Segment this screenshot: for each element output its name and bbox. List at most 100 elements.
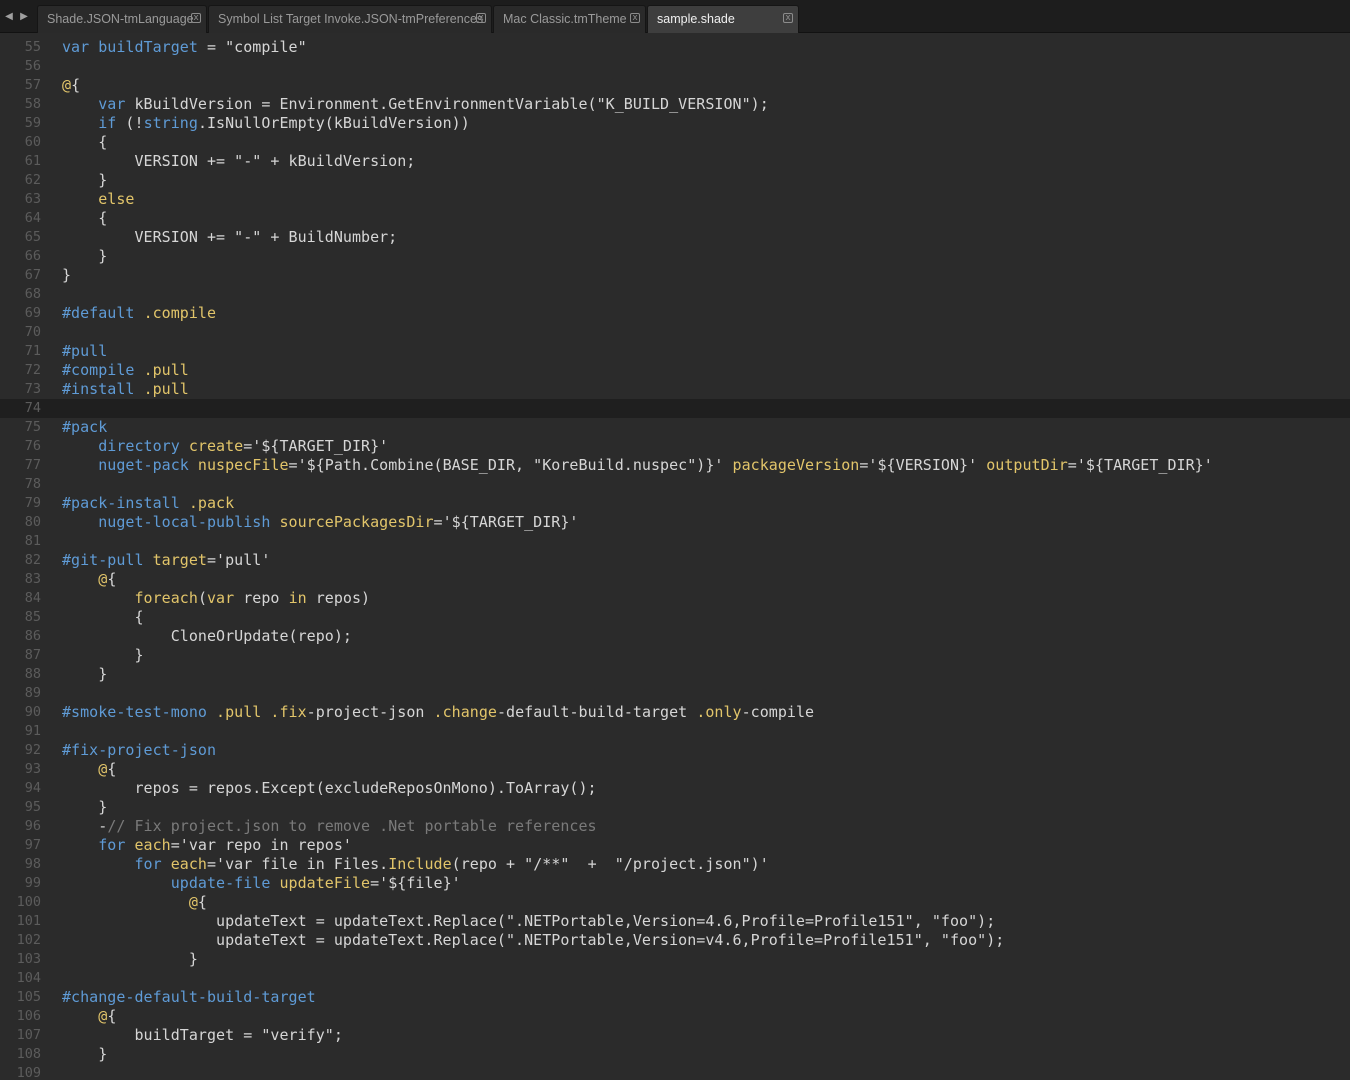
- code-text: -// Fix project.json to remove .Net port…: [62, 817, 597, 836]
- code-text: #default .compile: [62, 304, 216, 323]
- code-line[interactable]: 96 -// Fix project.json to remove .Net p…: [0, 817, 1350, 836]
- code-line[interactable]: 64 {: [0, 209, 1350, 228]
- code-line[interactable]: 104: [0, 969, 1350, 988]
- code-keyword: update-file: [170, 874, 271, 892]
- code-line[interactable]: 60 {: [0, 133, 1350, 152]
- tab-shade-json-tmlanguage[interactable]: Shade.JSON-tmLanguage x: [37, 5, 207, 33]
- code-line[interactable]: 103 }: [0, 950, 1350, 969]
- tab-sample-shade[interactable]: sample.shade x: [647, 5, 799, 33]
- code-line[interactable]: 100 @{: [0, 893, 1350, 912]
- code-line[interactable]: 106 @{: [0, 1007, 1350, 1026]
- code-line[interactable]: 108 }: [0, 1045, 1350, 1064]
- code-line[interactable]: 98 for each='var file in Files.Include(r…: [0, 855, 1350, 874]
- code-line[interactable]: 83 @{: [0, 570, 1350, 589]
- code-line[interactable]: 69 #default .compile: [0, 304, 1350, 323]
- code-comment: // Fix project.json to remove .Net porta…: [107, 817, 597, 835]
- code-keyword: #pack: [62, 418, 108, 436]
- code-line[interactable]: 80 nuget-local-publish sourcePackagesDir…: [0, 513, 1350, 532]
- code-keyword: Include: [388, 855, 452, 873]
- code-line[interactable]: 84 foreach(var repo in repos): [0, 589, 1350, 608]
- tab-mac-classic-tmtheme[interactable]: Mac Classic.tmTheme x: [493, 5, 646, 33]
- code-line[interactable]: 107 buildTarget = "verify";: [0, 1026, 1350, 1045]
- close-icon[interactable]: x: [630, 13, 640, 23]
- code-line[interactable]: 92 #fix-project-json: [0, 741, 1350, 760]
- code-text: CloneOrUpdate(repo);: [62, 627, 352, 646]
- code-line[interactable]: 91: [0, 722, 1350, 741]
- code-line[interactable]: 68: [0, 285, 1350, 304]
- code-text: var buildTarget = "compile": [62, 38, 307, 57]
- code-line[interactable]: 73 #install .pull: [0, 380, 1350, 399]
- code-token: VERSION += "-" + BuildNumber;: [62, 228, 398, 246]
- back-arrow-icon[interactable]: ◀: [3, 10, 15, 24]
- code-line[interactable]: 88 }: [0, 665, 1350, 684]
- code-line[interactable]: 63 else: [0, 190, 1350, 209]
- code-line[interactable]: 97 for each='var repo in repos': [0, 836, 1350, 855]
- code-line[interactable]: 62 }: [0, 171, 1350, 190]
- close-icon[interactable]: x: [783, 13, 793, 23]
- code-token: }: [62, 266, 72, 284]
- code-text: }: [62, 247, 107, 266]
- code-line[interactable]: 85 {: [0, 608, 1350, 627]
- line-number: 67: [24, 267, 41, 283]
- line-number: 101: [16, 913, 41, 929]
- code-line[interactable]: 81: [0, 532, 1350, 551]
- code-line[interactable]: 87 }: [0, 646, 1350, 665]
- code-token: updateText = updateText.Replace(".NETPor…: [62, 931, 1005, 949]
- code-line[interactable]: 78: [0, 475, 1350, 494]
- code-line[interactable]: 56: [0, 57, 1350, 76]
- code-editor[interactable]: 55 var buildTarget = "compile" 56 57 @{58 va…: [0, 38, 1350, 1080]
- code-line[interactable]: 86 CloneOrUpdate(repo);: [0, 627, 1350, 646]
- code-line[interactable]: 67}: [0, 266, 1350, 285]
- code-token: }: [62, 1045, 108, 1063]
- code-line[interactable]: 101 updateText = updateText.Replace(".NE…: [0, 912, 1350, 931]
- code-line[interactable]: 79 #pack-install .pack: [0, 494, 1350, 513]
- code-line[interactable]: 95 }: [0, 798, 1350, 817]
- code-token: VERSION += "-" + kBuildVersion;: [62, 152, 416, 170]
- code-line[interactable]: 55 var buildTarget = "compile": [0, 38, 1350, 57]
- code-line[interactable]: 76 directory create='${TARGET_DIR}': [0, 437, 1350, 456]
- code-line[interactable]: 77 nuget-pack nuspecFile='${Path.Combine…: [0, 456, 1350, 475]
- code-keyword: nuget-pack: [98, 456, 189, 474]
- close-icon[interactable]: x: [191, 13, 201, 23]
- code-line[interactable]: 61 VERSION += "-" + kBuildVersion;: [0, 152, 1350, 171]
- code-line[interactable]: 94 repos = repos.Except(excludeReposOnMo…: [0, 779, 1350, 798]
- line-number: 62: [24, 172, 41, 188]
- code-line[interactable]: 109: [0, 1064, 1350, 1080]
- code-line[interactable]: 57 @{: [0, 76, 1350, 95]
- code-line[interactable]: 105 #change-default-build-target: [0, 988, 1350, 1007]
- code-keyword: #compile: [62, 361, 135, 379]
- line-number: 98: [24, 856, 41, 872]
- code-line[interactable]: 59 if (!string.IsNullOrEmpty(kBuildVersi…: [0, 114, 1350, 133]
- code-line[interactable]: 75 #pack: [0, 418, 1350, 437]
- line-number: 103: [16, 951, 41, 967]
- code-line[interactable]: 58 var kBuildVersion = Environment.GetEn…: [0, 95, 1350, 114]
- close-icon[interactable]: x: [476, 13, 486, 23]
- code-line[interactable]: 93 @{: [0, 760, 1350, 779]
- code-keyword: #pull: [62, 342, 108, 360]
- line-number: 66: [24, 248, 41, 264]
- code-text: #git-pull target='pull': [62, 551, 270, 570]
- code-line[interactable]: 89: [0, 684, 1350, 703]
- code-line[interactable]: 74: [0, 399, 1350, 418]
- code-line[interactable]: 72 #compile .pull: [0, 361, 1350, 380]
- code-line[interactable]: 66 }: [0, 247, 1350, 266]
- code-line[interactable]: 70: [0, 323, 1350, 342]
- code-line[interactable]: 82 #git-pull target='pull': [0, 551, 1350, 570]
- forward-arrow-icon[interactable]: ▶: [18, 10, 30, 24]
- code-line[interactable]: 65 VERSION += "-" + BuildNumber;: [0, 228, 1350, 247]
- code-line[interactable]: 99 update-file updateFile='${file}': [0, 874, 1350, 893]
- code-keyword: .compile: [143, 304, 217, 322]
- line-number: 81: [24, 533, 41, 549]
- tab-symbol-list-target-invoke[interactable]: Symbol List Target Invoke.JSON-tmPrefere…: [208, 5, 492, 33]
- code-line[interactable]: 71 #pull: [0, 342, 1350, 361]
- code-line[interactable]: 90 #smoke-test-mono .pull .fix-project-js…: [0, 703, 1350, 722]
- code-line[interactable]: 102 updateText = updateText.Replace(".NE…: [0, 931, 1350, 950]
- code-token: ='${TARGET_DIR}': [243, 437, 389, 455]
